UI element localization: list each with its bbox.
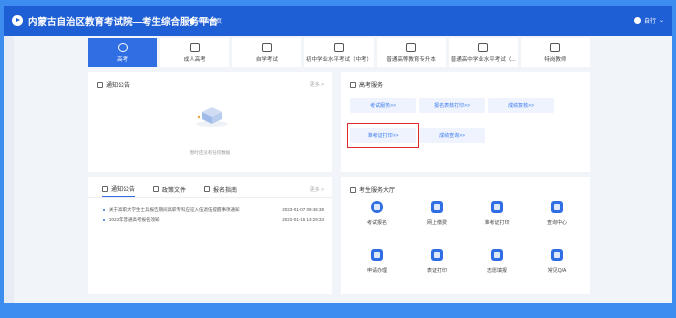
user-name: 自行 [643, 19, 656, 25]
notice-icon [97, 81, 103, 88]
service-registration[interactable]: 考试报名 [347, 201, 407, 226]
service-hall-panel: 考生服务大厅 考试报名 网上缴费 准考证打印 查询中心 申请办理 表证打印 志愿… [341, 177, 590, 294]
list-item-title: 2023年普通高考报名须知 [103, 217, 160, 223]
app-frame: 内蒙古自治区教育考试院—考生综合服务平台 平台主页 自行 ⌄ 高考 成人高考 自… [0, 0, 676, 318]
service-label: 志愿填报 [486, 268, 507, 274]
service-form-print[interactable]: 表证打印 [407, 249, 467, 274]
grid-icon [491, 249, 503, 261]
exam-service-panel: 高考服务 考试服务>> 报名表核打印>> 成绩复核>> 准考证打印>> 成绩查询… [341, 72, 590, 172]
printer-icon [431, 249, 443, 261]
tab-notice[interactable]: 通知公告 [102, 184, 136, 197]
nav-item-self-study[interactable]: 自学考试 [232, 38, 302, 67]
service-label: 查询中心 [546, 220, 567, 226]
score-review-button[interactable]: 成绩复核>> [488, 98, 554, 113]
service-icon [350, 81, 356, 88]
service-label: 申请办理 [366, 268, 387, 274]
user-menu[interactable]: 自行 ⌄ [633, 16, 664, 25]
service-volunteer[interactable]: 志愿填报 [467, 249, 527, 274]
graduation-icon [550, 42, 561, 52]
document-icon [406, 42, 417, 52]
service-label: 表证打印 [426, 268, 447, 274]
service-payment[interactable]: 网上缴费 [407, 201, 467, 226]
graduation-icon [371, 201, 383, 213]
list-item-text: 关于高职大学生士兵报告期间高职专科应征入伍退伍提醒事项通知 [109, 207, 240, 212]
nav-item-special-teacher[interactable]: 特岗教师 [520, 38, 590, 67]
service-label: 考试报名 [366, 220, 387, 226]
nav-item-zhuanshengben[interactable]: 普通高等教育专升本 [376, 38, 446, 67]
highlight-box [347, 123, 419, 148]
service-label: 网上缴费 [426, 220, 447, 226]
notice-panel: 通知公告 更多 > 暂时还没有任何数据 [88, 72, 332, 172]
service-application[interactable]: 申请办理 [347, 249, 407, 274]
service-ticket-print[interactable]: 准考证打印 [467, 201, 527, 226]
panel-title: 考生服务大厅 [350, 185, 395, 194]
user-icon [633, 17, 641, 24]
registration-print-button[interactable]: 报名表核打印>> [419, 98, 485, 113]
list-item-text: 2023年普通高考报名须知 [109, 217, 160, 222]
edit-icon [371, 249, 383, 261]
list-item-title: 关于高职大学生士兵报告期间高职专科应征入伍退伍提醒事项通知 [103, 207, 240, 213]
printer-icon [491, 201, 503, 213]
edit-doc-icon [333, 42, 344, 52]
top-header: 内蒙古自治区教育考试院—考生综合服务平台 平台主页 自行 ⌄ [4, 6, 672, 36]
pen-icon [189, 42, 200, 52]
service-faq[interactable]: 常见Q/A [527, 249, 587, 274]
more-link[interactable]: 更多 > [310, 81, 324, 88]
home-label: 平台主页 [198, 19, 223, 25]
nav-label: 成人高考 [183, 56, 206, 63]
nav-label: 特岗教师 [544, 56, 567, 63]
book-icon [261, 42, 272, 52]
nav-item-gaokao[interactable]: 高考 [88, 38, 158, 67]
exam-service-button[interactable]: 考试服务>> [350, 98, 416, 113]
exam-type-nav: 高考 成人高考 自学考试 初中学业水平考试（中考） 普通高等教育专升本 普通高中… [88, 38, 590, 67]
nav-label: 普通高中学业水平考试（... [450, 56, 516, 63]
news-tabs: 通知公告 政策文件 报名指南 [102, 184, 237, 197]
news-panel: 通知公告 政策文件 报名指南 更多 > 关于高职大学生士兵报告期间高职专科应征入… [88, 177, 332, 294]
edit-icon [478, 42, 489, 52]
chat-icon [551, 249, 563, 261]
empty-box-illustration [196, 107, 228, 127]
notice-icon [102, 185, 108, 192]
nav-label: 自学考试 [255, 56, 278, 63]
play-logo-icon [12, 15, 23, 26]
empty-text: 暂时还没有任何数据 [189, 150, 231, 155]
list-item-date: 2022-01-15 13:29:33 [282, 217, 324, 222]
tab-label: 报名指南 [213, 187, 238, 194]
hall-icon [350, 186, 356, 193]
document-icon [153, 186, 160, 192]
tab-label: 通知公告 [111, 187, 136, 193]
service-query-center[interactable]: 查询中心 [527, 201, 587, 226]
more-link[interactable]: 更多 > [310, 186, 324, 193]
tab-policy[interactable]: 政策文件 [153, 184, 186, 197]
nav-label: 初中学业水平考试（中考） [305, 56, 372, 63]
list-item[interactable]: 2023年普通高考报名须知 2022-01-15 13:29:33 [103, 217, 324, 223]
search-icon [431, 201, 443, 213]
notice-title: 通知公告 [106, 83, 131, 89]
home-link[interactable]: 平台主页 [188, 16, 222, 25]
score-query-button[interactable]: 成绩查询>> [419, 128, 485, 143]
nav-item-zhongkao[interactable]: 初中学业水平考试（中考） [304, 38, 374, 67]
guide-icon [204, 186, 211, 192]
nav-label: 普通高等教育专升本 [386, 56, 436, 63]
service-label: 常见Q/A [547, 268, 567, 274]
nav-label: 高考 [117, 56, 129, 63]
divider [88, 197, 332, 198]
document-icon [551, 201, 563, 213]
service-label: 准考证打印 [484, 220, 510, 226]
tab-guide[interactable]: 报名指南 [204, 184, 237, 197]
chevron-down-icon: ⌄ [658, 18, 664, 24]
left-strip [4, 36, 14, 303]
panel-title: 通知公告 [97, 80, 130, 89]
nav-item-high-school-level[interactable]: 普通高中学业水平考试（... [448, 38, 518, 67]
exam-cap-icon [117, 42, 128, 52]
exam-title: 高考服务 [359, 83, 384, 89]
service-title: 考生服务大厅 [359, 188, 396, 194]
tab-label: 政策文件 [162, 187, 187, 194]
panel-title: 高考服务 [350, 80, 383, 89]
home-icon [188, 17, 195, 24]
list-item-date: 2023-01-07 09:45:38 [282, 207, 324, 212]
nav-item-adult-exam[interactable]: 成人高考 [160, 38, 230, 67]
list-item[interactable]: 关于高职大学生士兵报告期间高职专科应征入伍退伍提醒事项通知 2023-01-07… [103, 207, 324, 213]
